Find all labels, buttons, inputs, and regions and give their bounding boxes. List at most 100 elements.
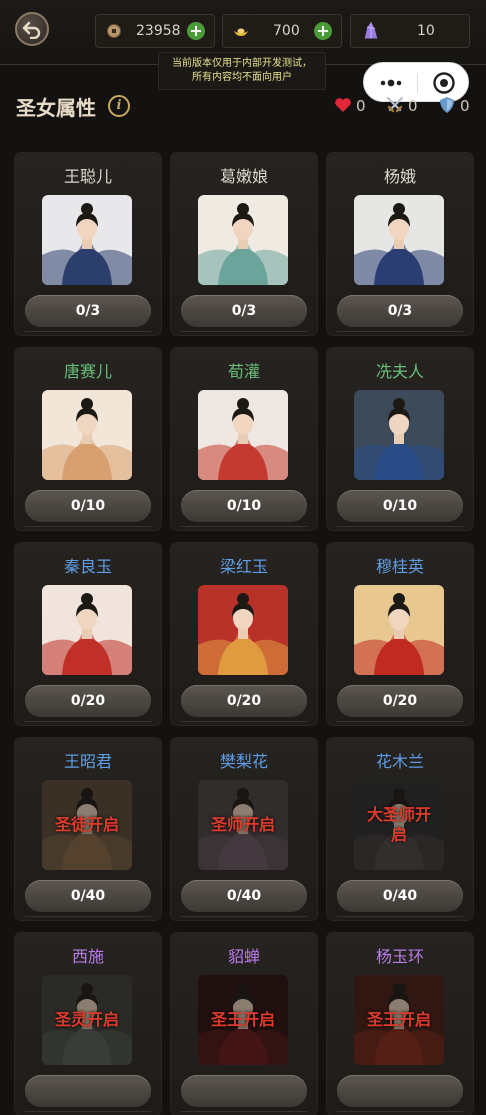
hero-name: 王昭君 [63,752,112,771]
hero-progress: 0/40 [337,880,463,912]
portrait-image [42,390,132,480]
coins-value: 23958 [136,23,181,39]
hero-card[interactable]: 王聪儿 0/3 [15,153,161,335]
hero-progress: 0/10 [181,490,307,522]
hero-portrait[interactable] [354,585,444,675]
hero-portrait[interactable] [354,390,444,480]
hero-name: 花木兰 [375,752,424,771]
hero-portrait[interactable]: 圣徒开启 [42,780,132,870]
back-arrow-icon [22,21,41,39]
hero-card[interactable]: 葛嫩娘 0/3 [171,153,317,335]
dev-test-notice: 当前版本仅用于内部开发测试， 所有内容均不面向用户 [158,52,326,90]
hero-progress: 0/3 [337,295,463,327]
hero-progress: 0/10 [337,490,463,522]
hero-progress: 0/3 [25,295,151,327]
hero-progress: 0/20 [25,685,151,717]
unlock-requirement: 圣徒开启 [54,815,119,834]
notice-line-2: 所有内容均不面向用户 [192,72,292,83]
defense-value: 0 [460,97,470,115]
portrait-image [42,195,132,285]
hero-card[interactable]: 荀灌 0/10 [171,348,317,530]
hero-card[interactable]: 花木兰大圣师开启 0/40 [327,738,473,920]
page-title: 圣女属性 [16,96,96,120]
hero-name: 荀灌 [227,362,260,381]
hero-card[interactable]: 西施 圣灵开启 [15,933,161,1115]
hero-card[interactable]: 貂蝉 圣王开启 [171,933,317,1115]
hero-card[interactable]: 杨娥 0/3 [327,153,473,335]
hero-portrait[interactable]: 圣灵开启 [42,975,132,1065]
hero-portrait[interactable] [42,195,132,285]
hero-card[interactable]: 唐赛儿 0/10 [15,348,161,530]
hero-progress: 0/40 [25,880,151,912]
heart-icon [335,98,351,112]
hero-card[interactable]: 冼夫人 0/10 [327,348,473,530]
hero-portrait[interactable]: 圣师开启 [198,780,288,870]
hero-portrait[interactable]: 圣王开启 [198,975,288,1065]
close-miniprogram-icon[interactable] [432,71,456,95]
unlock-requirement: 圣王开启 [366,1010,431,1029]
unlock-requirement: 圣王开启 [210,1010,275,1029]
coins-resource: 23958 + [95,14,215,48]
add-coins-button[interactable]: + [187,22,205,40]
hero-portrait[interactable]: 大圣师开启 [354,780,444,870]
card-divider [181,526,307,527]
stat-attack: 0 [386,96,418,115]
hero-name: 王聪儿 [63,167,112,186]
hero-name: 葛嫩娘 [219,167,268,186]
hero-name: 穆桂英 [375,557,424,576]
hero-card[interactable]: 梁红玉 0/20 [171,543,317,725]
portrait-image [354,195,444,285]
shield-icon [440,97,454,113]
crystals-resource: 10 [350,14,470,48]
hero-name: 梁红玉 [219,557,268,576]
hero-portrait[interactable]: 圣王开启 [354,975,444,1065]
hero-card[interactable]: 樊梨花圣师开启 0/40 [171,738,317,920]
add-ingots-button[interactable]: + [314,22,332,40]
portrait-image [198,195,288,285]
hero-card[interactable]: 穆桂英 0/20 [327,543,473,725]
hero-portrait[interactable] [354,195,444,285]
info-button[interactable]: i [108,95,130,117]
unlock-requirement: 大圣师开启 [366,805,431,844]
hero-portrait[interactable] [42,585,132,675]
hero-progress: 0/40 [181,880,307,912]
unlock-requirement: 圣灵开启 [54,1010,119,1029]
hero-progress: 0/20 [181,685,307,717]
back-button[interactable] [15,12,49,46]
hero-portrait[interactable] [198,585,288,675]
hero-card[interactable]: 王昭君圣徒开启 0/40 [15,738,161,920]
stat-defense: 0 [438,96,470,115]
hero-portrait[interactable] [198,195,288,285]
hero-card[interactable]: 杨玉环 圣王开启 [327,933,473,1115]
hero-portrait[interactable] [198,390,288,480]
card-divider [337,1111,463,1112]
ingots-value: 700 [273,23,300,39]
crystal-icon [364,22,378,39]
notice-line-1: 当前版本仅用于内部开发测试， [172,58,312,69]
card-divider [25,526,151,527]
portrait-image [198,585,288,675]
hero-progress: 0/20 [337,685,463,717]
more-options-icon[interactable] [378,75,404,91]
hero-name: 貂蝉 [227,947,260,966]
hero-name: 杨娥 [383,167,416,186]
hero-card[interactable]: 秦良玉 0/20 [15,543,161,725]
hero-name: 秦良玉 [63,557,112,576]
card-divider [25,916,151,917]
heart-value: 0 [356,97,366,115]
hero-portrait[interactable] [42,390,132,480]
card-divider [337,526,463,527]
hero-name: 冼夫人 [375,362,424,381]
card-divider [337,916,463,917]
portrait-image [354,585,444,675]
card-divider [181,916,307,917]
hero-name: 樊梨花 [219,752,268,771]
portrait-image [198,390,288,480]
hero-progress: 0/3 [181,295,307,327]
card-divider [181,331,307,332]
hero-name: 西施 [71,947,104,966]
capsule-divider [417,73,418,93]
stat-heart: 0 [334,96,366,115]
portrait-image [354,390,444,480]
card-divider [181,721,307,722]
